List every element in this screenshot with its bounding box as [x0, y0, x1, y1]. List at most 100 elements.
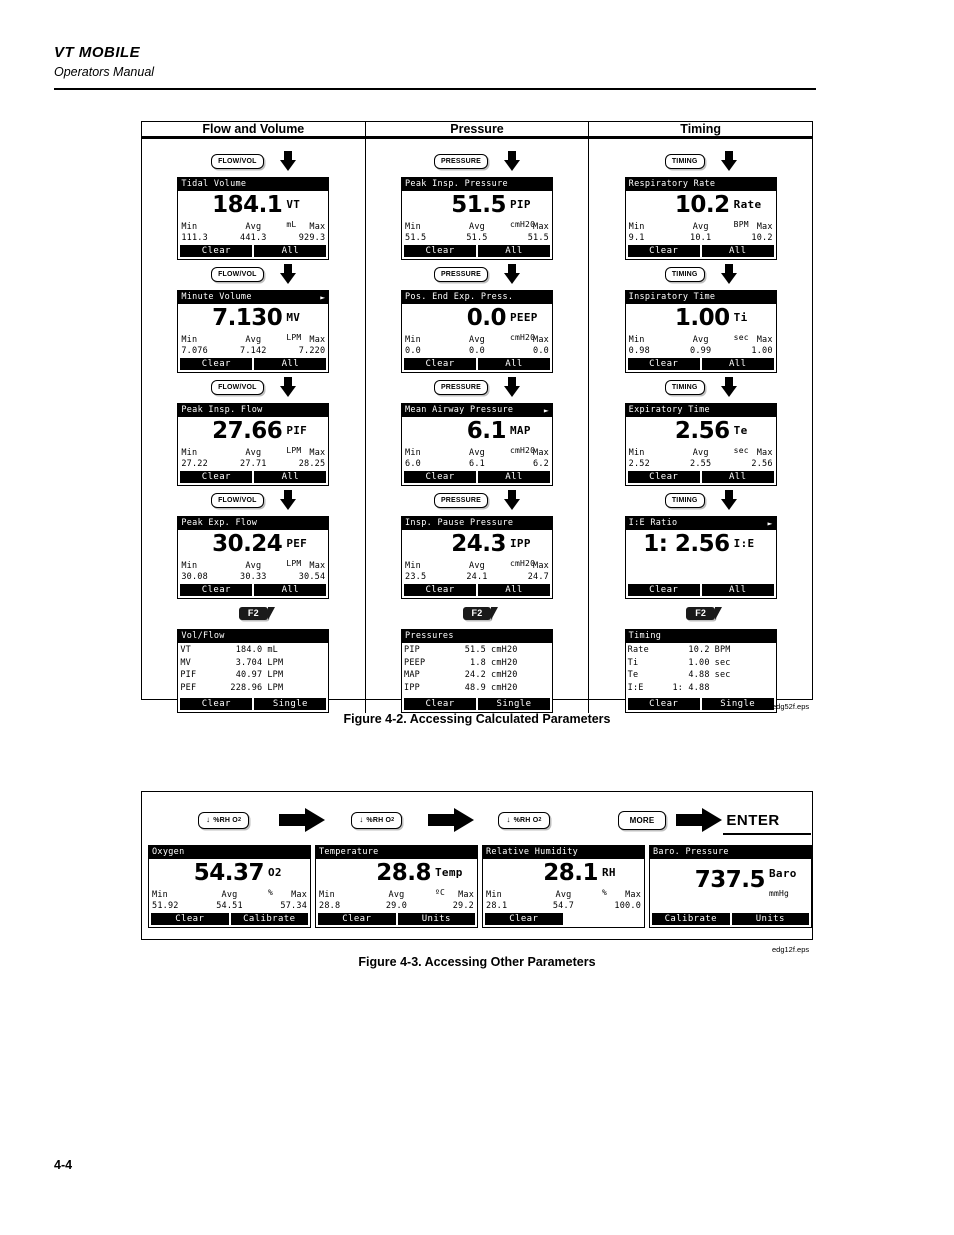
rh-o2-key-button-2[interactable]: ↓ %RH O2: [351, 811, 403, 829]
pressure-key-button[interactable]: PRESSURE: [433, 492, 489, 508]
lcd-stats-values: 111.3 441.3 929.3: [181, 233, 325, 244]
lcd-stats-labels: Min Avg Max: [405, 448, 549, 459]
stat-value-max: 1.00: [751, 346, 773, 356]
rh-o2-key-button-3[interactable]: ↓ %RH O2: [498, 811, 550, 829]
pressure-key-button[interactable]: PRESSURE: [433, 266, 489, 282]
lcd-statistics: Min Avg Max 23.5 24.1 24.7: [402, 561, 552, 583]
softkey-all[interactable]: All: [478, 584, 550, 596]
softkey-clear[interactable]: Clear: [627, 698, 700, 710]
stat-value-min: 30.08: [181, 572, 208, 582]
softkey-clear[interactable]: Clear: [180, 584, 253, 596]
key-row: PRESSURE: [433, 261, 521, 287]
softkey-all[interactable]: All: [701, 358, 774, 370]
lcd-stats-labels: Min Avg Max: [629, 335, 773, 346]
softkey-clear[interactable]: Clear: [627, 584, 700, 596]
timing-key-button[interactable]: TIMING: [664, 153, 705, 169]
softkey-clear[interactable]: Clear: [404, 698, 476, 710]
pressure-key-button[interactable]: PRESSURE: [433, 379, 489, 395]
softkey-all[interactable]: All: [701, 584, 774, 596]
softkey-clear[interactable]: Clear: [180, 698, 253, 710]
stat-value-max: 2.56: [751, 459, 773, 469]
softkey-clear[interactable]: Clear: [151, 913, 229, 925]
f2-key-button[interactable]: F2: [686, 606, 723, 620]
arrow-down-icon: [720, 151, 737, 171]
lcd-title-text: Peak Insp. Pressure: [405, 179, 508, 189]
stat-label-avg: Avg: [245, 335, 262, 345]
softkey-clear[interactable]: Clear: [404, 584, 476, 596]
column-pressure: PRESSURE Peak Insp. Pressure 51.5 PIP cm…: [366, 139, 590, 713]
softkey-all[interactable]: All: [478, 358, 550, 370]
summary-unit: [715, 682, 773, 695]
stat-value-max: 6.2: [533, 459, 549, 469]
softkey-all[interactable]: All: [478, 245, 550, 257]
rh-o2-key-label: %RH O: [213, 816, 238, 824]
rh-o2-key-button-1[interactable]: ↓ %RH O2: [198, 811, 250, 829]
lcd-softkey-bar: Clear All: [178, 583, 328, 598]
stat-value-max: 100.0: [614, 901, 642, 911]
lcd-title-bar: Relative Humidity: [483, 846, 644, 859]
lcd-screen-relative-humidity: Relative Humidity 28.1 RH % Min Avg Max …: [482, 845, 645, 928]
softkey-clear[interactable]: Clear: [627, 471, 700, 483]
key-row: PRESSURE: [433, 374, 521, 400]
more-key-button[interactable]: MORE: [617, 810, 667, 830]
key-row: FLOW/VOL: [211, 261, 296, 287]
softkey-all[interactable]: All: [254, 245, 327, 257]
stat-value-min: 9.1: [628, 233, 645, 243]
stat-value-max: 10.2: [751, 233, 773, 243]
softkey-clear[interactable]: Clear: [404, 245, 476, 257]
stat-label-avg: Avg: [692, 222, 709, 232]
softkey-all[interactable]: All: [478, 471, 550, 483]
softkey-single[interactable]: Single: [478, 698, 550, 710]
f2-key-button[interactable]: F2: [238, 606, 275, 620]
stat-value-min: 23.5: [405, 572, 427, 582]
lcd-unit-main: Ti: [733, 311, 748, 324]
lcd-title-bar: Peak Insp. Flow: [178, 404, 329, 417]
timing-key-button[interactable]: TIMING: [664, 379, 705, 395]
softkey-clear[interactable]: Clear: [627, 245, 700, 257]
softkey-single[interactable]: Single: [254, 698, 327, 710]
f2-key-button[interactable]: F2: [462, 606, 499, 620]
key-row: TIMING: [664, 487, 737, 513]
timing-key-button[interactable]: TIMING: [664, 492, 705, 508]
stat-label-max: Max: [533, 222, 549, 232]
softkey-calibrate[interactable]: Calibrate: [652, 913, 730, 925]
softkey-clear[interactable]: Clear: [627, 358, 700, 370]
lcd-title-text: Mean Airway Pressure: [405, 405, 514, 415]
enter-label: ENTER: [726, 811, 780, 829]
softkey-clear[interactable]: Clear: [404, 471, 476, 483]
softkey-clear[interactable]: Clear: [318, 913, 396, 925]
summary-row: Te 4.88 sec: [628, 669, 773, 682]
flow-vol-key-button[interactable]: FLOW/VOL: [211, 153, 264, 169]
flow-vol-key-button[interactable]: FLOW/VOL: [211, 266, 264, 282]
softkey-clear[interactable]: Clear: [485, 913, 563, 925]
softkey-units[interactable]: Units: [731, 913, 809, 925]
softkey-clear[interactable]: Clear: [404, 358, 476, 370]
timing-key-button[interactable]: TIMING: [664, 266, 705, 282]
softkey-all[interactable]: All: [254, 358, 327, 370]
softkey-clear[interactable]: Clear: [180, 245, 253, 257]
stat-label-avg: Avg: [245, 448, 262, 458]
lcd-statistics: Min Avg Max 28.8 29.0 29.2: [316, 890, 477, 912]
figure-4-2-header-row: Flow and Volume Pressure Timing: [142, 122, 812, 139]
softkey-all[interactable]: All: [254, 471, 327, 483]
lcd-title-text: Vol/Flow: [181, 631, 225, 641]
pressure-key-button[interactable]: PRESSURE: [433, 153, 489, 169]
flow-vol-key-button[interactable]: FLOW/VOL: [211, 492, 264, 508]
softkey-single[interactable]: Single: [701, 698, 774, 710]
softkey-calibrate[interactable]: Calibrate: [230, 913, 308, 925]
summary-unit: cmH20: [491, 645, 518, 655]
lcd-statistics: Min Avg Max 7.076 7.142 7.220: [178, 335, 328, 357]
column-timing: TIMING Respiratory Rate 10.2 Rate BPM Mi…: [589, 139, 812, 713]
softkey-clear[interactable]: Clear: [180, 471, 253, 483]
lcd-summary-rows: PIP 51.5 cmH20 PEEP 1.8 cmH20 MAP 24.2 c…: [402, 643, 552, 697]
softkey-all[interactable]: All: [701, 471, 774, 483]
softkey-clear[interactable]: Clear: [180, 358, 253, 370]
flow-vol-key-button[interactable]: FLOW/VOL: [211, 379, 264, 395]
summary-row: PEF 228.96 LPM: [180, 682, 325, 695]
arrow-down-icon: [279, 264, 296, 284]
softkey-units[interactable]: Units: [397, 913, 475, 925]
softkey-all[interactable]: All: [701, 245, 774, 257]
stat-value-max: 929.3: [298, 233, 326, 243]
softkey-all[interactable]: All: [254, 584, 327, 596]
lcd-softkey-bar: Clear Single: [402, 697, 552, 712]
